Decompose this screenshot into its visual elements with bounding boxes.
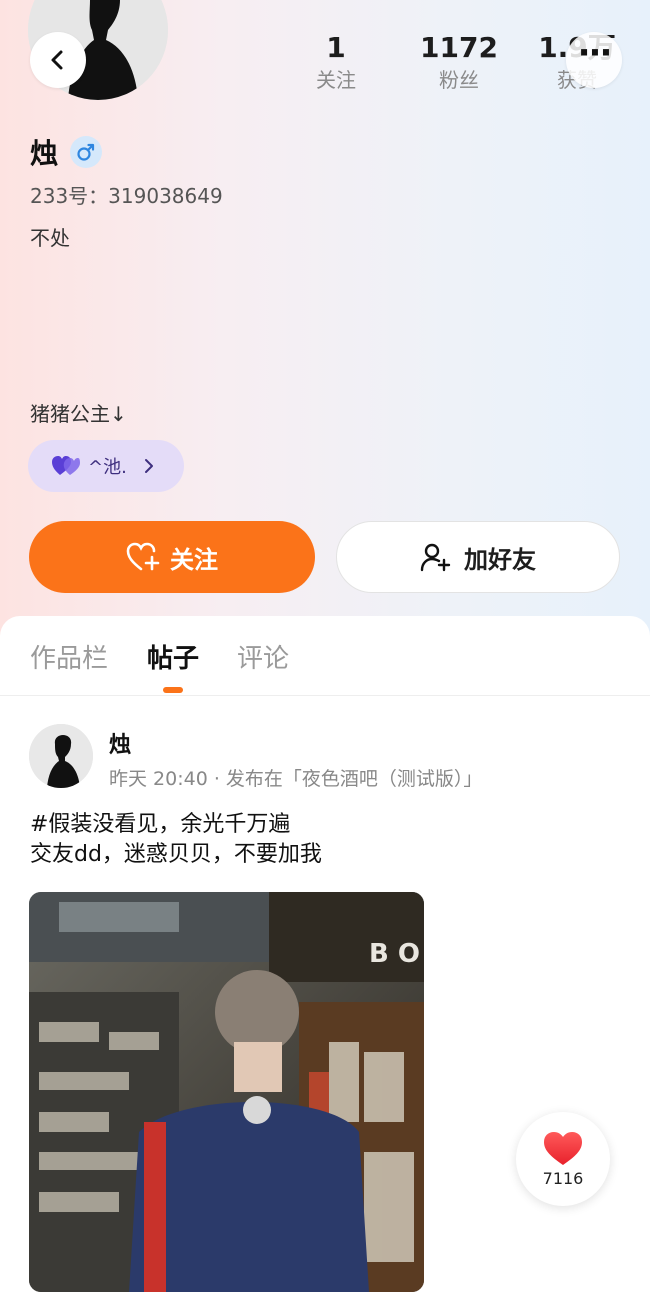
- profile-bio: 不处: [30, 226, 70, 250]
- follow-button[interactable]: 关注: [29, 521, 315, 593]
- profile-name: 烛: [30, 137, 59, 170]
- stat-following[interactable]: 1 关注: [300, 30, 372, 94]
- avatar-silhouette-icon: [29, 724, 93, 788]
- profile-name-row: 烛: [30, 132, 103, 172]
- back-button[interactable]: [30, 32, 86, 88]
- add-user-icon: [420, 543, 451, 572]
- post-text-line: #假装没看见，余光千万遍: [30, 812, 291, 837]
- post-body: #假装没看见，余光千万遍 交友dd，迷惑贝贝，不要加我: [30, 810, 322, 870]
- active-tab-indicator: [163, 687, 183, 693]
- like-count: 7116: [542, 1168, 584, 1188]
- male-icon: [70, 136, 103, 168]
- svg-text:B O: B O: [369, 939, 420, 969]
- heart-icon: [544, 1131, 582, 1165]
- profile-id: 233号：319038649: [30, 184, 223, 208]
- chevron-right-icon: [144, 459, 153, 473]
- post-text-line: 交友dd，迷惑贝贝，不要加我: [30, 842, 322, 867]
- post-image[interactable]: B O: [29, 892, 424, 1292]
- tab-posts[interactable]: 帖子: [147, 638, 199, 675]
- tab-comments[interactable]: 评论: [237, 638, 289, 675]
- following-count: 1: [326, 31, 346, 64]
- add-friend-button[interactable]: 加好友: [336, 521, 620, 593]
- profile-note: 猪猪公主↓: [30, 402, 127, 426]
- heart-plus-icon: [126, 542, 160, 571]
- double-heart-icon: [52, 456, 80, 475]
- follow-button-label: 关注: [170, 545, 218, 574]
- stat-fans[interactable]: 1172 粉丝: [416, 30, 502, 94]
- fans-label: 粉丝: [439, 68, 479, 92]
- bookstore-photo: B O: [29, 892, 424, 1292]
- post-author-name[interactable]: 烛: [109, 727, 131, 759]
- tab-works[interactable]: 作品栏: [30, 638, 108, 675]
- more-dots-icon: ···: [577, 33, 613, 73]
- fans-count: 1172: [420, 31, 498, 64]
- tab-bar: 作品栏 帖子 评论: [0, 616, 650, 696]
- post-author-avatar[interactable]: [29, 724, 93, 788]
- relationship-tag-label: ^池.: [88, 457, 127, 478]
- post-meta: 昨天 20:40 · 发布在「夜色酒吧（测试版）」: [109, 768, 483, 790]
- following-label: 关注: [316, 68, 356, 92]
- floating-like-button[interactable]: 7116: [516, 1112, 610, 1206]
- chevron-left-icon: [51, 50, 63, 70]
- more-options-button[interactable]: ···: [566, 32, 622, 88]
- add-friend-label: 加好友: [464, 545, 536, 574]
- relationship-tag-pill[interactable]: ^池.: [28, 440, 184, 492]
